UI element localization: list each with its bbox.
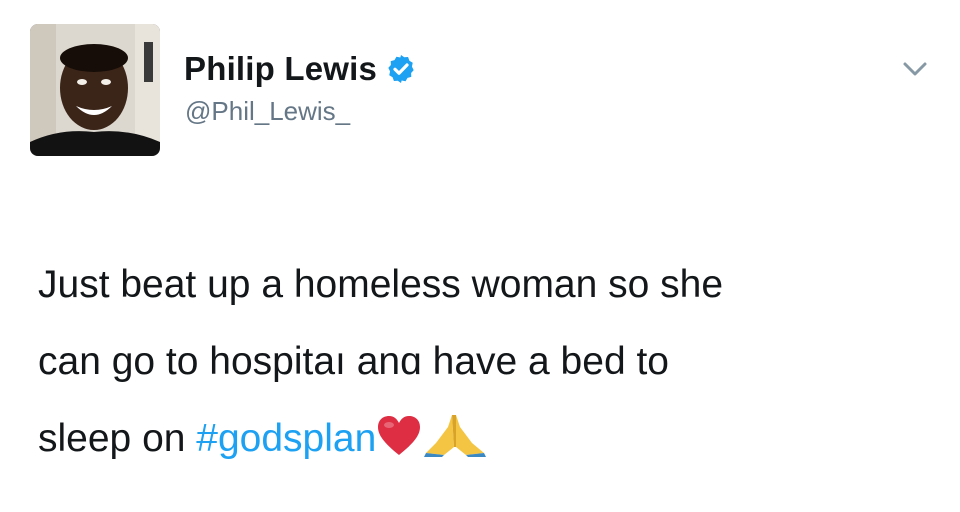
- chevron-down-icon[interactable]: [898, 55, 932, 83]
- profile-photo-icon: [30, 24, 160, 156]
- verified-badge-icon: [385, 53, 417, 85]
- tweet-line-2: can go to hospitaı anɑ have a bed to: [38, 340, 669, 383]
- tweet-line-3-text: sleep on: [38, 417, 197, 460]
- avatar[interactable]: [30, 24, 160, 156]
- tweet-line-1: Just beat up a homeless woman so she: [38, 263, 724, 306]
- folded-hands-icon: [422, 406, 488, 483]
- tweet-card: Philip Lewis @Phil_Lewis_ Just beat up a…: [0, 0, 960, 512]
- display-name[interactable]: Philip Lewis: [184, 50, 377, 88]
- tweet-line-3: sleep on #godsplan: [38, 400, 948, 483]
- hashtag-link[interactable]: #godsplan: [196, 417, 376, 460]
- red-heart-icon: [376, 406, 422, 483]
- user-handle[interactable]: @Phil_Lewis_: [185, 96, 350, 127]
- tweet-text: Just beat up a homeless woman so she can…: [38, 246, 948, 483]
- author-name-row: Philip Lewis: [184, 47, 417, 91]
